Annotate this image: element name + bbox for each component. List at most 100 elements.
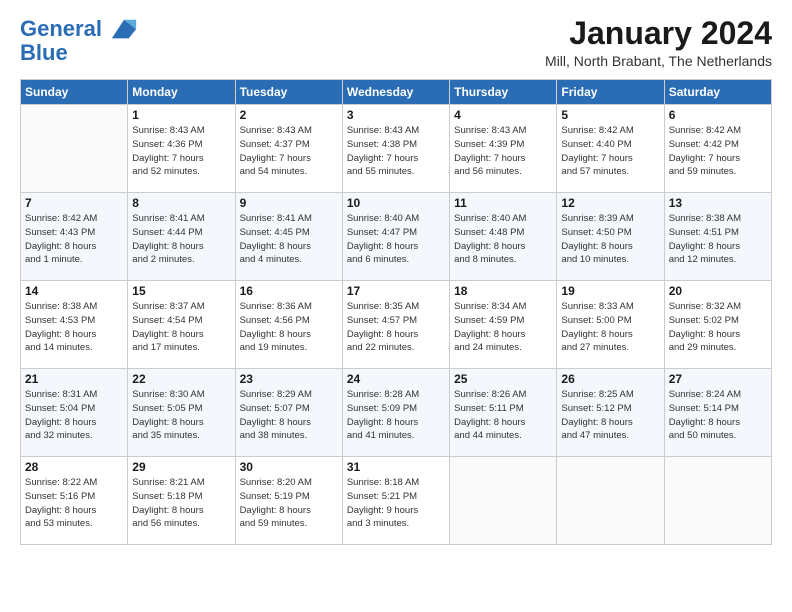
day-info: Sunrise: 8:39 AMSunset: 4:50 PMDaylight:… xyxy=(561,212,659,267)
calendar-cell: 12 Sunrise: 8:39 AMSunset: 4:50 PMDayligh… xyxy=(557,193,664,281)
day-number: 12 xyxy=(561,196,659,210)
day-info: Sunrise: 8:41 AMSunset: 4:45 PMDaylight:… xyxy=(240,212,338,267)
day-info: Sunrise: 8:43 AMSunset: 4:38 PMDaylight:… xyxy=(347,124,445,179)
day-info: Sunrise: 8:20 AMSunset: 5:19 PMDaylight:… xyxy=(240,476,338,531)
day-number: 3 xyxy=(347,108,445,122)
day-info: Sunrise: 8:36 AMSunset: 4:56 PMDaylight:… xyxy=(240,300,338,355)
calendar-cell xyxy=(664,457,771,545)
calendar-cell: 10 Sunrise: 8:40 AMSunset: 4:47 PMDayligh… xyxy=(342,193,449,281)
calendar-cell: 29 Sunrise: 8:21 AMSunset: 5:18 PMDayligh… xyxy=(128,457,235,545)
calendar-week-1: 1Sunrise: 8:43 AMSunset: 4:36 PMDaylight… xyxy=(21,105,772,193)
calendar-cell: 30 Sunrise: 8:20 AMSunset: 5:19 PMDayligh… xyxy=(235,457,342,545)
calendar-cell xyxy=(450,457,557,545)
month-title: January 2024 xyxy=(545,16,772,51)
day-info: Sunrise: 8:42 AMSunset: 4:42 PMDaylight:… xyxy=(669,124,767,179)
day-info: Sunrise: 8:40 AMSunset: 4:48 PMDaylight:… xyxy=(454,212,552,267)
day-number: 29 xyxy=(132,460,230,474)
day-number: 28 xyxy=(25,460,123,474)
calendar-cell: 25Sunrise: 8:26 AMSunset: 5:11 PMDayligh… xyxy=(450,369,557,457)
calendar-cell: 4 Sunrise: 8:43 AMSunset: 4:39 PMDaylight… xyxy=(450,105,557,193)
calendar-week-4: 21Sunrise: 8:31 AMSunset: 5:04 PMDayligh… xyxy=(21,369,772,457)
location-subtitle: Mill, North Brabant, The Netherlands xyxy=(545,53,772,69)
calendar-cell xyxy=(557,457,664,545)
day-info: Sunrise: 8:30 AMSunset: 5:05 PMDaylight:… xyxy=(132,388,230,443)
day-number: 11 xyxy=(454,196,552,210)
calendar-cell: 3 Sunrise: 8:43 AMSunset: 4:38 PMDaylight… xyxy=(342,105,449,193)
calendar-cell: 21Sunrise: 8:31 AMSunset: 5:04 PMDayligh… xyxy=(21,369,128,457)
day-info: Sunrise: 8:31 AMSunset: 5:04 PMDaylight:… xyxy=(25,388,123,443)
day-info: Sunrise: 8:32 AMSunset: 5:02 PMDaylight:… xyxy=(669,300,767,355)
day-info: Sunrise: 8:42 AMSunset: 4:40 PMDaylight:… xyxy=(561,124,659,179)
day-info: Sunrise: 8:38 AMSunset: 4:51 PMDaylight:… xyxy=(669,212,767,267)
day-info: Sunrise: 8:34 AMSunset: 4:59 PMDaylight:… xyxy=(454,300,552,355)
day-info: Sunrise: 8:38 AMSunset: 4:53 PMDaylight:… xyxy=(25,300,123,355)
calendar-cell: 5Sunrise: 8:42 AMSunset: 4:40 PMDaylight… xyxy=(557,105,664,193)
col-thursday: Thursday xyxy=(450,80,557,105)
day-number: 6 xyxy=(669,108,767,122)
day-info: Sunrise: 8:33 AMSunset: 5:00 PMDaylight:… xyxy=(561,300,659,355)
calendar-cell: 6 Sunrise: 8:42 AMSunset: 4:42 PMDaylight… xyxy=(664,105,771,193)
calendar-cell: 1Sunrise: 8:43 AMSunset: 4:36 PMDaylight… xyxy=(128,105,235,193)
calendar-cell: 11 Sunrise: 8:40 AMSunset: 4:48 PMDayligh… xyxy=(450,193,557,281)
col-tuesday: Tuesday xyxy=(235,80,342,105)
col-friday: Friday xyxy=(557,80,664,105)
day-info: Sunrise: 8:28 AMSunset: 5:09 PMDaylight:… xyxy=(347,388,445,443)
day-info: Sunrise: 8:37 AMSunset: 4:54 PMDaylight:… xyxy=(132,300,230,355)
day-info: Sunrise: 8:29 AMSunset: 5:07 PMDaylight:… xyxy=(240,388,338,443)
title-block: January 2024 Mill, North Brabant, The Ne… xyxy=(545,16,772,69)
page: General Blue January 2024 Mill, North Br… xyxy=(0,0,792,555)
day-info: Sunrise: 8:43 AMSunset: 4:39 PMDaylight:… xyxy=(454,124,552,179)
day-info: Sunrise: 8:35 AMSunset: 4:57 PMDaylight:… xyxy=(347,300,445,355)
calendar-cell: 18Sunrise: 8:34 AMSunset: 4:59 PMDayligh… xyxy=(450,281,557,369)
col-saturday: Saturday xyxy=(664,80,771,105)
day-number: 15 xyxy=(132,284,230,298)
calendar-cell: 17Sunrise: 8:35 AMSunset: 4:57 PMDayligh… xyxy=(342,281,449,369)
col-monday: Monday xyxy=(128,80,235,105)
col-sunday: Sunday xyxy=(21,80,128,105)
calendar-cell: 9 Sunrise: 8:41 AMSunset: 4:45 PMDaylight… xyxy=(235,193,342,281)
day-info: Sunrise: 8:18 AMSunset: 5:21 PMDaylight:… xyxy=(347,476,445,531)
day-number: 26 xyxy=(561,372,659,386)
calendar-cell: 16 Sunrise: 8:36 AMSunset: 4:56 PMDayligh… xyxy=(235,281,342,369)
calendar-cell: 20Sunrise: 8:32 AMSunset: 5:02 PMDayligh… xyxy=(664,281,771,369)
calendar-cell: 2Sunrise: 8:43 AMSunset: 4:37 PMDaylight… xyxy=(235,105,342,193)
day-number: 10 xyxy=(347,196,445,210)
day-number: 13 xyxy=(669,196,767,210)
day-info: Sunrise: 8:26 AMSunset: 5:11 PMDaylight:… xyxy=(454,388,552,443)
logo: General Blue xyxy=(20,16,138,66)
day-info: Sunrise: 8:22 AMSunset: 5:16 PMDaylight:… xyxy=(25,476,123,531)
day-number: 8 xyxy=(132,196,230,210)
day-info: Sunrise: 8:21 AMSunset: 5:18 PMDaylight:… xyxy=(132,476,230,531)
day-number: 24 xyxy=(347,372,445,386)
day-number: 9 xyxy=(240,196,338,210)
calendar-cell xyxy=(21,105,128,193)
calendar-week-2: 7 Sunrise: 8:42 AMSunset: 4:43 PMDaylight… xyxy=(21,193,772,281)
day-number: 2 xyxy=(240,108,338,122)
day-info: Sunrise: 8:43 AMSunset: 4:36 PMDaylight:… xyxy=(132,124,230,179)
calendar-cell: 8 Sunrise: 8:41 AMSunset: 4:44 PMDaylight… xyxy=(128,193,235,281)
calendar-cell: 22 Sunrise: 8:30 AMSunset: 5:05 PMDayligh… xyxy=(128,369,235,457)
day-number: 4 xyxy=(454,108,552,122)
day-number: 23 xyxy=(240,372,338,386)
header: General Blue January 2024 Mill, North Br… xyxy=(20,16,772,69)
calendar-cell: 28 Sunrise: 8:22 AMSunset: 5:16 PMDayligh… xyxy=(21,457,128,545)
day-number: 27 xyxy=(669,372,767,386)
day-info: Sunrise: 8:42 AMSunset: 4:43 PMDaylight:… xyxy=(25,212,123,267)
day-info: Sunrise: 8:40 AMSunset: 4:47 PMDaylight:… xyxy=(347,212,445,267)
calendar-cell: 31Sunrise: 8:18 AMSunset: 5:21 PMDayligh… xyxy=(342,457,449,545)
day-number: 22 xyxy=(132,372,230,386)
calendar-cell: 27 Sunrise: 8:24 AMSunset: 5:14 PMDayligh… xyxy=(664,369,771,457)
day-number: 16 xyxy=(240,284,338,298)
day-number: 7 xyxy=(25,196,123,210)
calendar-table: Sunday Monday Tuesday Wednesday Thursday… xyxy=(20,79,772,545)
day-number: 19 xyxy=(561,284,659,298)
calendar-cell: 13 Sunrise: 8:38 AMSunset: 4:51 PMDayligh… xyxy=(664,193,771,281)
calendar-week-3: 14Sunrise: 8:38 AMSunset: 4:53 PMDayligh… xyxy=(21,281,772,369)
calendar-cell: 23 Sunrise: 8:29 AMSunset: 5:07 PMDayligh… xyxy=(235,369,342,457)
day-info: Sunrise: 8:41 AMSunset: 4:44 PMDaylight:… xyxy=(132,212,230,267)
calendar-cell: 26 Sunrise: 8:25 AMSunset: 5:12 PMDayligh… xyxy=(557,369,664,457)
day-info: Sunrise: 8:24 AMSunset: 5:14 PMDaylight:… xyxy=(669,388,767,443)
calendar-cell: 19 Sunrise: 8:33 AMSunset: 5:00 PMDayligh… xyxy=(557,281,664,369)
day-info: Sunrise: 8:25 AMSunset: 5:12 PMDaylight:… xyxy=(561,388,659,443)
day-number: 30 xyxy=(240,460,338,474)
